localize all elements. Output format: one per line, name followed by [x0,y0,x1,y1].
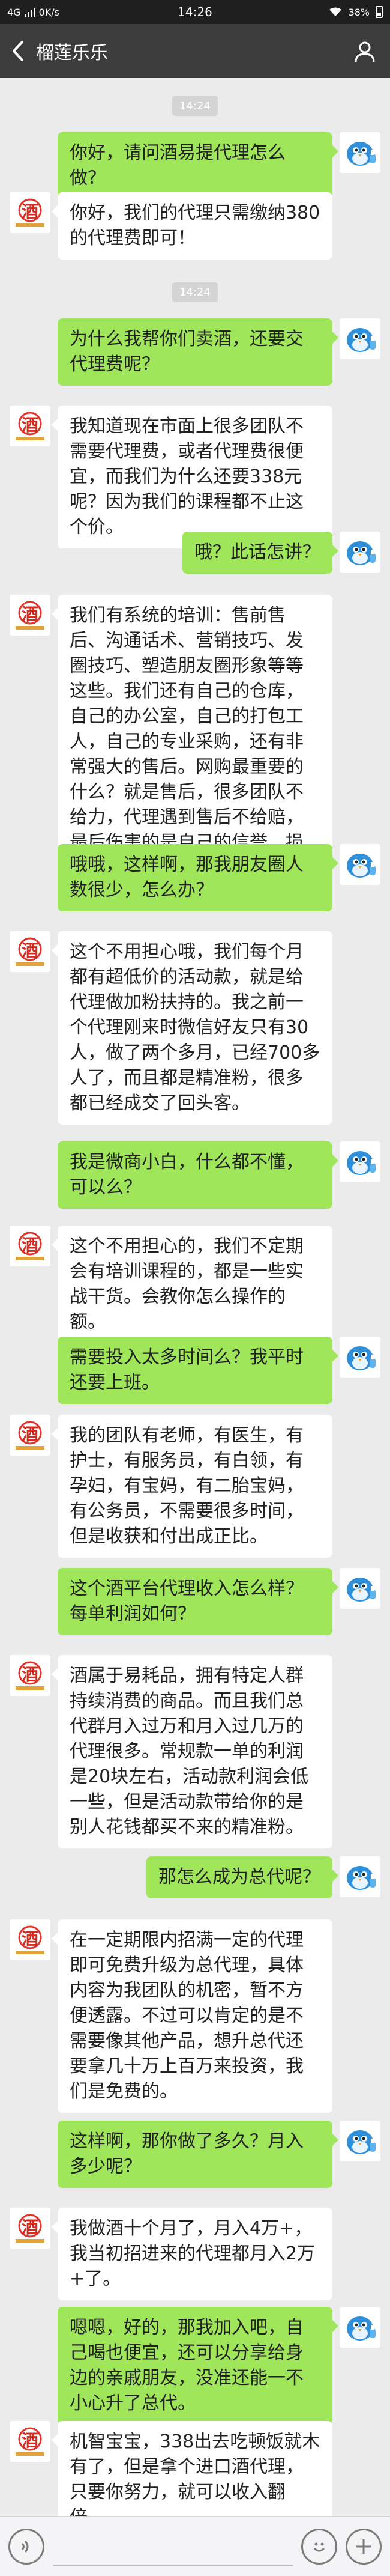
message-bubble-contact[interactable]: 我知道现在市面上很多团队不需要代理费，或者代理费很便宜，而我们为什么还要338元… [52,406,332,548]
brand-logo-avatar-icon: 酒 [10,1655,50,1696]
plus-icon [356,2539,371,2554]
contact-avatar[interactable]: 酒 [10,406,50,446]
message-bubble-self[interactable]: 哦？此话怎讲？ [182,532,338,574]
contact-avatar[interactable]: 酒 [10,2421,50,2462]
blue-bird-avatar-icon [340,1337,380,1378]
self-avatar[interactable] [340,1141,380,1182]
chat-header: 榴莲乐乐 [0,24,390,78]
chat-title: 榴莲乐乐 [36,43,108,64]
message-bubble-self[interactable]: 这个酒平台代理收入怎么样？每单利润如何？ [58,1568,338,1635]
svg-text:酒: 酒 [22,202,38,222]
status-bar: 4G 0K/s 14:26 38% [0,0,390,24]
message-bubble-self[interactable]: 你好，请问酒易提代理怎么做？ [58,132,338,199]
brand-logo-avatar-icon: 酒 [10,2421,50,2462]
status-left: 4G 0K/s [7,7,59,18]
self-avatar[interactable] [340,1337,380,1378]
contact-avatar[interactable]: 酒 [10,1415,50,1456]
emoji-button[interactable] [301,2528,337,2565]
contact-avatar[interactable]: 酒 [10,1919,50,1960]
smiley-icon [313,2542,325,2551]
blue-bird-avatar-icon [340,2121,380,2161]
message-bubble-contact[interactable]: 我的团队有老师，有医生，有护士，有服务员，有白领，有孕妇，有宝妈，有二胎宝妈，有… [52,1415,332,1558]
network-speed: 0K/s [38,6,59,18]
message-bubble-self[interactable]: 那怎么成为总代呢？ [146,1856,338,1898]
contact-avatar[interactable]: 酒 [10,1226,50,1266]
blue-bird-avatar-icon [340,132,380,173]
svg-text:酒: 酒 [22,2431,38,2450]
blue-bird-avatar-icon [340,844,380,885]
brand-logo-avatar-icon: 酒 [10,1226,50,1266]
status-right: 38% [329,6,383,18]
svg-text:酒: 酒 [22,2217,38,2237]
svg-text:酒: 酒 [22,1929,38,1949]
blue-bird-avatar-icon [340,318,380,359]
brand-logo-avatar-icon: 酒 [10,406,50,446]
battery-icon [376,6,383,18]
brand-logo-avatar-icon: 酒 [10,2208,50,2249]
message-bubble-contact[interactable]: 机智宝宝，338出去吃顿饭就木有了，但是拿个进口酒代理，只要你努力，就可以收入翻… [52,2421,332,2516]
brand-logo-avatar-icon: 酒 [10,595,50,636]
signal-icon [24,7,35,17]
brand-logo-avatar-icon: 酒 [10,1919,50,1960]
contact-avatar[interactable]: 酒 [10,931,50,972]
chevron-left-icon [13,41,23,61]
message-list[interactable]: 14:24 你好，请问酒易提代理怎么做？ 酒 你好，我们的代理只需缴纳380的代… [0,78,390,2516]
more-actions-button[interactable] [346,2528,382,2565]
blue-bird-avatar-icon [340,1568,380,1609]
message-input[interactable] [53,2527,293,2566]
voice-icon [21,2540,29,2553]
blue-bird-avatar-icon [340,532,380,573]
self-avatar[interactable] [340,1856,380,1897]
message-bubble-self[interactable]: 我是微商小白，什么都不懂，可以么？ [58,1141,338,1209]
message-bubble-contact[interactable]: 这个不用担心的，我们不定期会有培训课程的，都是一些实战干货。会教你怎么操作的额。 [52,1226,332,1343]
self-avatar[interactable] [340,132,380,173]
brand-logo-avatar-icon: 酒 [10,931,50,972]
svg-text:酒: 酒 [22,415,38,435]
svg-text:酒: 酒 [22,604,38,624]
message-bubble-contact[interactable]: 我做酒十个月了，月入4万+，我当初招进来的代理都月入2万+了。 [52,2208,332,2300]
message-bubble-contact[interactable]: 酒属于易耗品，拥有特定人群持续消费的商品。而且我们总代群月入过万和月入过几万的代… [52,1655,332,1848]
self-avatar[interactable] [340,318,380,359]
blue-bird-avatar-icon [340,1856,380,1897]
chat-info-user-icon[interactable] [354,41,376,62]
message-bubble-contact[interactable]: 你好，我们的代理只需缴纳380的代理费即可！ [52,192,332,260]
message-bubble-self[interactable]: 哦哦，这样啊，那我朋友圈人数很少，怎么办？ [58,844,338,911]
contact-avatar[interactable]: 酒 [10,1655,50,1696]
message-bubble-contact[interactable]: 这个不用担心哦，我们每个月都有超低价的活动款，就是给代理做加粉扶持的。我之前一个… [52,931,332,1125]
message-bubble-self[interactable]: 嗯嗯，好的，那我加入吧，自己喝也便宜，还可以分享给身边的亲戚朋友，没准还能一不小… [58,2307,338,2425]
voice-toggle-button[interactable] [8,2528,44,2565]
back-button[interactable] [0,24,36,78]
blue-bird-avatar-icon [340,2307,380,2348]
self-avatar[interactable] [340,844,380,885]
self-avatar[interactable] [340,2121,380,2161]
timestamp: 14:24 [0,282,390,302]
message-bubble-self[interactable]: 为什么我帮你们卖酒，还要交代理费呢？ [58,318,338,386]
timestamp: 14:24 [0,96,390,116]
svg-text:酒: 酒 [22,941,38,961]
message-bubble-self[interactable]: 这样啊，那你做了多久？月入多少呢？ [58,2121,338,2188]
svg-text:酒: 酒 [22,1665,38,1684]
svg-text:酒: 酒 [22,1424,38,1444]
self-avatar[interactable] [340,2307,380,2348]
brand-logo-avatar-icon: 酒 [10,1415,50,1456]
network-type: 4G [7,6,21,18]
message-bubble-self[interactable]: 需要投入太多时间么？我平时还要上班。 [58,1337,338,1404]
self-avatar[interactable] [340,532,380,573]
battery-percent: 38% [348,6,370,18]
wifi-icon [329,7,342,16]
contact-avatar[interactable]: 酒 [10,2208,50,2249]
brand-logo-avatar-icon: 酒 [10,192,50,233]
self-avatar[interactable] [340,1568,380,1609]
svg-text:酒: 酒 [22,1235,38,1255]
message-bubble-contact[interactable]: 在一定期限内招满一定的代理即可免费升级为总代理，具体内容为我团队的机密，暂不方便… [52,1919,332,2113]
contact-avatar[interactable]: 酒 [10,595,50,636]
blue-bird-avatar-icon [340,1141,380,1182]
chat-input-bar [0,2516,390,2576]
contact-avatar[interactable]: 酒 [10,192,50,233]
